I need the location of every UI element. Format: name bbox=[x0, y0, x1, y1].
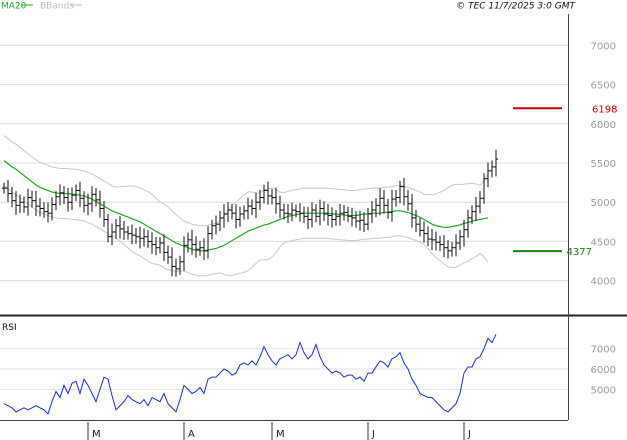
rsi-tick-label: 7000 bbox=[591, 345, 616, 356]
price-tick-label: 4500 bbox=[591, 237, 616, 248]
price-level-label: 4377 bbox=[567, 247, 592, 258]
legend-ma20: MA20 bbox=[1, 2, 27, 12]
price-axis-labels: 4000 4500 5000 5500 6000 6500 7000 bbox=[591, 41, 616, 287]
rsi-title: RSI bbox=[2, 323, 17, 333]
month-label: J bbox=[371, 429, 375, 440]
month-label: A bbox=[188, 429, 195, 440]
price-tick-label: 6000 bbox=[591, 120, 616, 131]
month-labels: MAMJJ bbox=[87, 422, 471, 440]
month-label: J bbox=[467, 429, 471, 440]
copyright-timestamp: © TEC 11/7/2025 3:0 GMT bbox=[456, 2, 576, 12]
rsi-axis-labels: 5000 6000 7000 bbox=[591, 345, 616, 397]
price-tick-label: 5500 bbox=[591, 159, 616, 170]
legend-bbands: BBands bbox=[40, 2, 74, 12]
price-tick-label: 4000 bbox=[591, 277, 616, 288]
rsi-line bbox=[3, 334, 497, 415]
price-tick-label: 5000 bbox=[591, 198, 616, 209]
price-tick-label: 6500 bbox=[591, 81, 616, 92]
price-tick-label: 7000 bbox=[591, 41, 616, 52]
month-label: M bbox=[276, 429, 285, 440]
chart-canvas: MA20 BBands © TEC 11/7/2025 3:0 GMT 4000… bbox=[0, 2, 627, 440]
rsi-tick-label: 5000 bbox=[591, 385, 616, 396]
chart-header: MA20 BBands © TEC 11/7/2025 3:0 GMT bbox=[1, 2, 577, 12]
rsi-tick-label: 6000 bbox=[591, 365, 616, 376]
month-label: M bbox=[92, 429, 101, 440]
price-level-label: 6198 bbox=[592, 104, 617, 115]
rsi-grid bbox=[0, 348, 568, 390]
